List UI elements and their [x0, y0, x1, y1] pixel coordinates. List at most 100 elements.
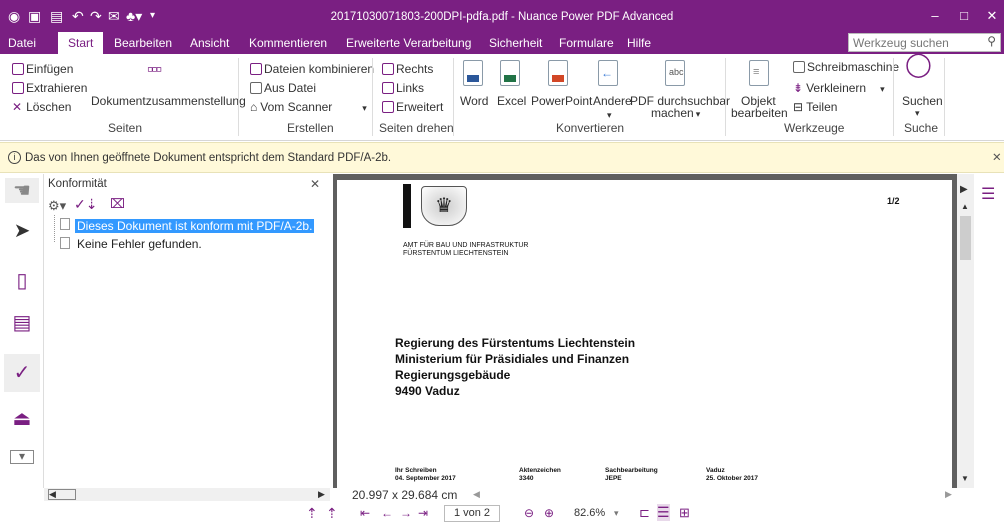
page-assembly-button[interactable]: Dokumentzusammenstellung: [91, 94, 246, 108]
convert-other-button[interactable]: Andere: [593, 94, 632, 108]
prev-page-icon[interactable]: ⇡: [326, 505, 338, 522]
zoom-dropdown-icon[interactable]: ▾: [614, 508, 619, 519]
extract-button[interactable]: Extrahieren: [12, 81, 87, 95]
typewriter-label: Schreibmaschine: [807, 60, 900, 74]
convert-excel-button[interactable]: Excel: [497, 94, 526, 108]
fix-icon[interactable]: ⌧: [110, 196, 125, 212]
tab-datei[interactable]: Datei: [8, 36, 36, 50]
rotate-left-button[interactable]: Links: [382, 81, 424, 95]
minimize-icon[interactable]: –: [925, 8, 945, 23]
rotate-right-label: Rechts: [396, 62, 434, 76]
scroll-left-icon[interactable]: ◀: [48, 489, 76, 500]
group-label-erstellen: Erstellen: [287, 121, 334, 135]
close-infobar-icon[interactable]: ✕: [992, 150, 1002, 164]
zoom-out-icon[interactable]: ⊖: [524, 506, 534, 520]
tree-item-conformant[interactable]: Dieses Dokument ist konform mit PDF/A-2b…: [75, 219, 315, 233]
go-to-end-icon[interactable]: ⇥: [418, 506, 428, 520]
typewriter-icon: [793, 61, 805, 73]
status-bar: ◀ ▶ 20.997 x 29.684 cm ◀ ▶ ⇡ ⇡ ⇤ ← → ⇥ 1…: [0, 488, 1004, 526]
scroll-up-icon[interactable]: ▲: [961, 202, 969, 211]
document-view[interactable]: ♛ 1/2 AMT FÜR BAU UND INFRASTRUKTUR FÜRS…: [333, 174, 957, 490]
next-view-icon[interactable]: →: [400, 506, 412, 520]
chevron-down-icon[interactable]: ▾: [915, 106, 920, 120]
facing-pages-icon[interactable]: ⊞: [679, 505, 690, 521]
page-number: 1/2: [887, 196, 900, 206]
tool-search-input[interactable]: Werkzeug suchen ⚲: [848, 33, 1001, 52]
from-scanner-button[interactable]: ⌂ Vom Scanner ▾: [250, 100, 367, 115]
chevron-down-icon[interactable]: ▾: [362, 103, 367, 113]
chevron-down-icon[interactable]: ▾: [696, 109, 701, 119]
tree-item-no-errors[interactable]: Keine Fehler gefunden.: [77, 237, 202, 251]
extract-page-icon: [12, 82, 24, 94]
scroll-down-icon[interactable]: ▼: [961, 474, 969, 483]
hscroll-left-icon[interactable]: ◀: [473, 489, 480, 500]
reduce-icon: ⇟: [793, 81, 804, 95]
single-page-icon[interactable]: ⊏: [639, 505, 650, 521]
settings-icon[interactable]: ⚙▾: [48, 198, 66, 214]
tab-start[interactable]: Start: [58, 32, 104, 54]
hand-tool-icon[interactable]: ☚: [5, 178, 39, 203]
tab-formulare[interactable]: Formulare: [559, 36, 614, 50]
search-big-icon: ◯: [905, 51, 932, 78]
select-tool-icon[interactable]: ➤: [10, 218, 34, 243]
maximize-icon[interactable]: □: [954, 8, 974, 23]
delete-button[interactable]: ✕ Löschen: [12, 100, 71, 114]
info-message: Das von Ihnen geöffnete Dokument entspri…: [25, 152, 392, 164]
reduce-button[interactable]: ⇟ Verkleinern ▾: [793, 81, 885, 96]
typewriter-button[interactable]: Schreibmaschine: [793, 60, 899, 74]
conformance-icon[interactable]: ✓: [4, 354, 40, 392]
tab-ansicht[interactable]: Ansicht: [190, 36, 229, 50]
hscroll-right-icon[interactable]: ▶: [945, 489, 952, 500]
scroll-thumb[interactable]: [960, 216, 971, 260]
vertical-scrollbar[interactable]: ▶ ▲ ▼: [957, 174, 974, 488]
panel-horizontal-scrollbar[interactable]: ◀ ▶: [44, 488, 330, 501]
page-number-input[interactable]: 1 von 2: [444, 505, 500, 522]
other-formats-icon: ←: [598, 60, 618, 86]
document-icon: [60, 218, 70, 230]
tab-kommentieren[interactable]: Kommentieren: [249, 36, 327, 50]
close-panel-icon[interactable]: ✕: [310, 177, 320, 191]
group-label-konvertieren: Konvertieren: [556, 121, 625, 135]
zoom-in-icon[interactable]: ⊕: [544, 506, 554, 520]
edit-object-icon: ≡: [749, 60, 769, 86]
continuous-page-icon[interactable]: ☰: [657, 504, 670, 521]
combine-files-button[interactable]: Dateien kombinieren: [250, 62, 374, 76]
stamp-icon[interactable]: ⏏: [10, 406, 34, 431]
scroll-right-icon[interactable]: ▶: [318, 489, 325, 500]
back-to-start-icon[interactable]: ⇤: [360, 506, 370, 520]
group-label-seiten: Seiten: [108, 121, 143, 135]
zoom-level[interactable]: 82.6%: [574, 507, 605, 519]
search-button[interactable]: Suchen: [902, 94, 943, 108]
reduce-label: Verkleinern: [806, 81, 867, 95]
bookmark-icon[interactable]: ▯: [10, 268, 34, 293]
tab-sicherheit[interactable]: Sicherheit: [489, 36, 542, 50]
chevron-down-icon[interactable]: ▾: [607, 108, 612, 122]
properties-panel-icon[interactable]: ☰: [981, 184, 995, 204]
insert-button[interactable]: Einfügen: [12, 62, 73, 76]
first-page-icon[interactable]: ⇡: [306, 505, 318, 522]
right-side-bar: ☰: [975, 174, 1004, 500]
close-window-icon[interactable]: ✕: [982, 8, 1002, 24]
left-tool-bar: ☚ ➤ ▯ ▤ ✓ ⏏ ▾: [0, 174, 44, 500]
pages-icon[interactable]: ▤: [10, 310, 34, 335]
info-bar: i Das von Ihnen geöffnete Dokument entsp…: [0, 142, 1004, 173]
from-file-button[interactable]: Aus Datei: [250, 81, 316, 95]
previous-view-icon[interactable]: ←: [381, 506, 393, 520]
tab-hilfe[interactable]: Hilfe: [627, 36, 651, 50]
rotate-right-button[interactable]: Rechts: [382, 62, 433, 76]
from-file-label: Aus Datei: [264, 81, 317, 95]
split-button[interactable]: ⊟ Teilen: [793, 100, 837, 114]
verify-icon[interactable]: ✓⇣: [74, 196, 97, 213]
convert-powerpoint-button[interactable]: PowerPoint: [531, 94, 592, 108]
address-line: Regierung des Fürstentums Liechtenstein: [395, 336, 636, 350]
tab-bearbeiten[interactable]: Bearbeiten: [114, 36, 172, 50]
convert-word-button[interactable]: Word: [460, 94, 488, 108]
rotate-advanced-button[interactable]: Erweitert: [382, 100, 443, 114]
address-line: Ministerium für Präsidiales und Finanzen: [395, 352, 630, 366]
document-page: ♛ 1/2 AMT FÜR BAU UND INFRASTRUKTUR FÜRS…: [337, 180, 952, 490]
expand-panel-icon[interactable]: ▶: [960, 184, 968, 195]
chevron-down-icon[interactable]: ▾: [880, 84, 885, 94]
more-tools-icon[interactable]: ▾: [10, 450, 34, 464]
searchable-pdf-label-2-text: machen: [651, 106, 694, 120]
tab-erweiterte-verarbeitung[interactable]: Erweiterte Verarbeitung: [346, 36, 471, 50]
